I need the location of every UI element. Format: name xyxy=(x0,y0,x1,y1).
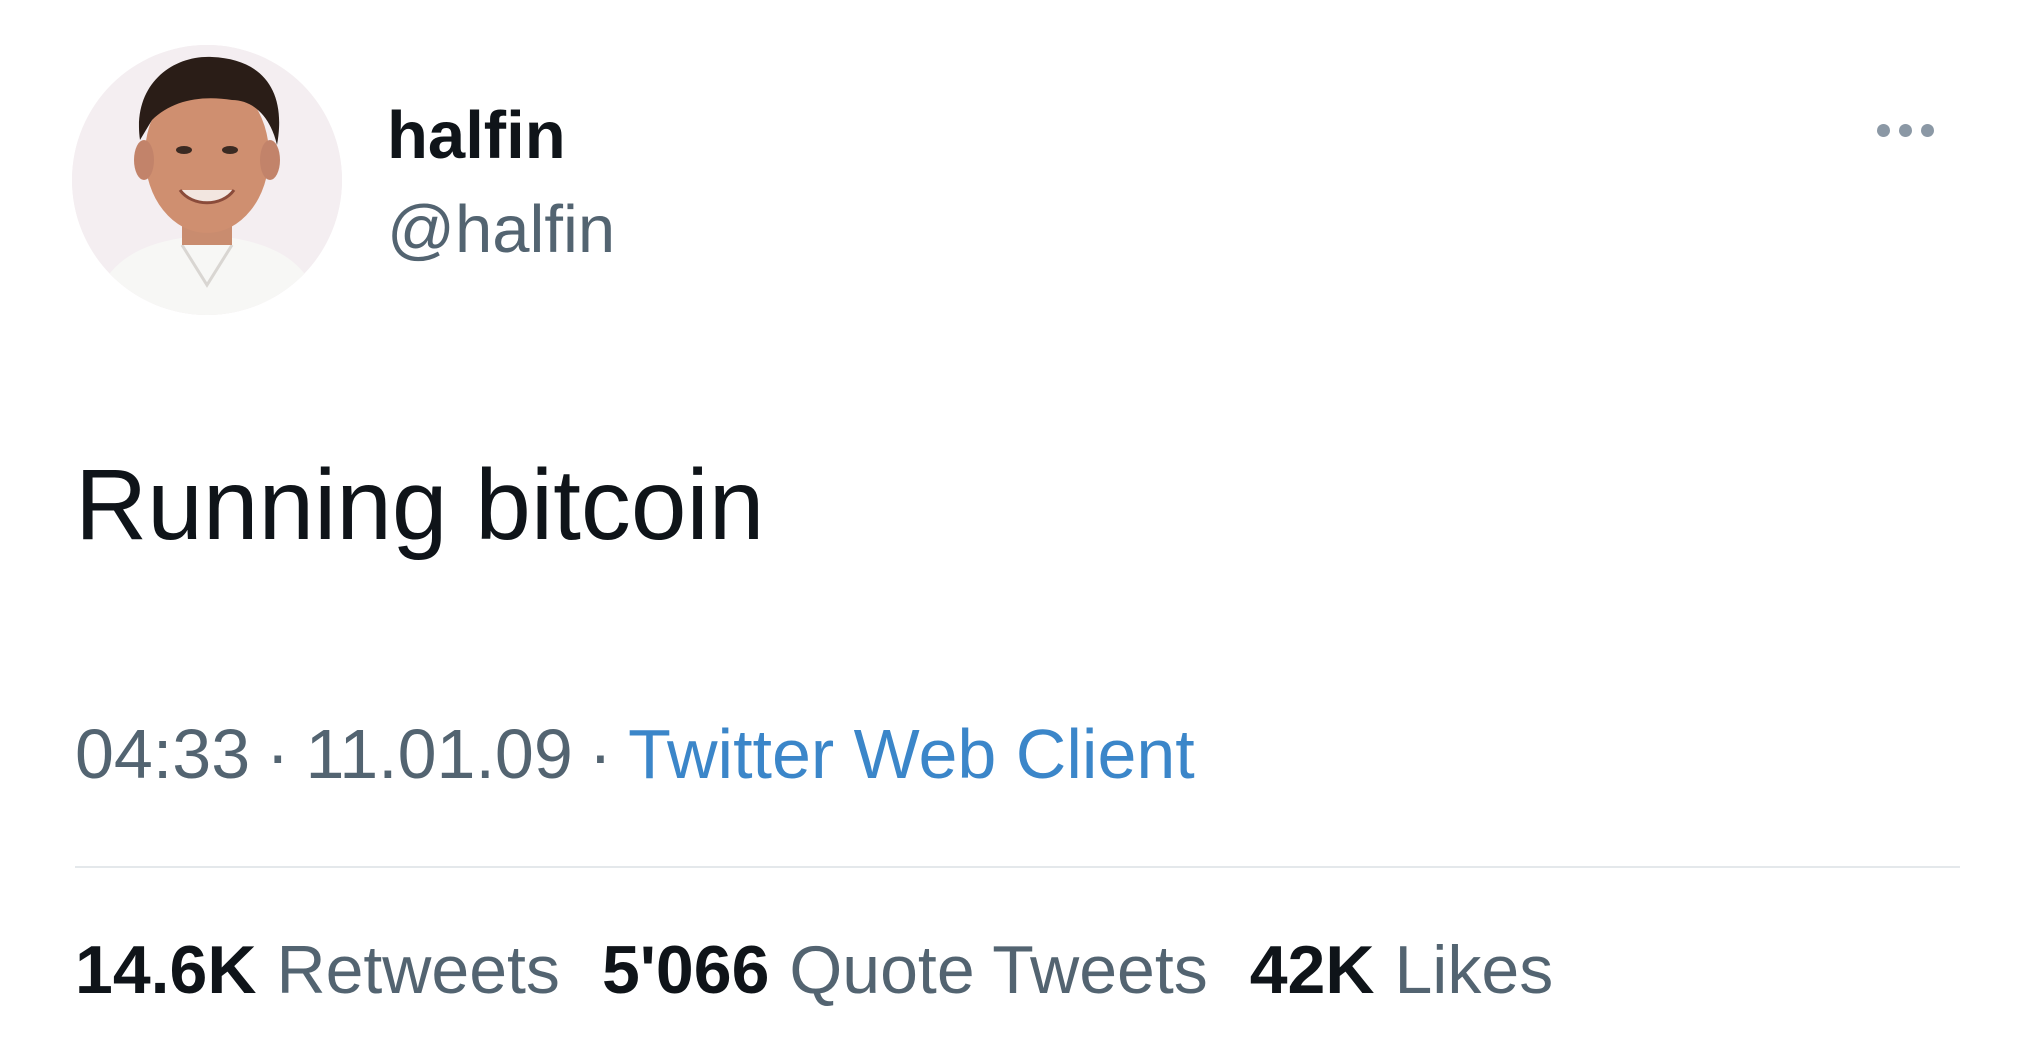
user-handle[interactable]: @halfin xyxy=(387,190,615,270)
tweet-date[interactable]: 11.01.09 xyxy=(305,715,572,793)
quote-tweets-label: Quote Tweets xyxy=(789,932,1208,1008)
likes-label: Likes xyxy=(1394,932,1554,1008)
retweets-label: Retweets xyxy=(276,932,560,1008)
tweet-card: halfin @halfin Running bitcoin 04:33 · 11.… xyxy=(0,0,2030,1056)
tweet-metadata: 04:33 · 11.01.09 · Twitter Web Client xyxy=(75,712,1195,796)
avatar[interactable] xyxy=(72,45,342,315)
quote-tweets-count: 5'066 xyxy=(601,932,770,1008)
tweet-time[interactable]: 04:33 xyxy=(75,715,250,793)
tweet-text: Running bitcoin xyxy=(75,449,765,561)
display-name[interactable]: halfin xyxy=(387,96,566,176)
meta-separator: · xyxy=(588,715,613,793)
meta-separator: · xyxy=(266,715,290,793)
quote-tweets-stat[interactable]: 5'066 Quote Tweets xyxy=(602,928,1208,1012)
more-dots-icon xyxy=(1876,123,1890,137)
avatar-photo xyxy=(72,45,342,315)
retweets-stat[interactable]: 14.6K Retweets xyxy=(75,928,560,1012)
engagement-stats: 14.6K Retweets 5'066 Quote Tweets 42K Likes xyxy=(75,928,1553,1012)
more-dots-icon xyxy=(1920,123,1934,137)
likes-count: 42K xyxy=(1249,932,1375,1008)
tweet-source-link[interactable]: Twitter Web Client xyxy=(628,715,1195,793)
likes-stat[interactable]: 42K Likes xyxy=(1250,928,1554,1012)
more-dots-icon xyxy=(1898,123,1912,137)
divider xyxy=(75,866,1960,868)
retweets-count: 14.6K xyxy=(75,932,257,1008)
more-options-button[interactable] xyxy=(1860,110,1950,150)
